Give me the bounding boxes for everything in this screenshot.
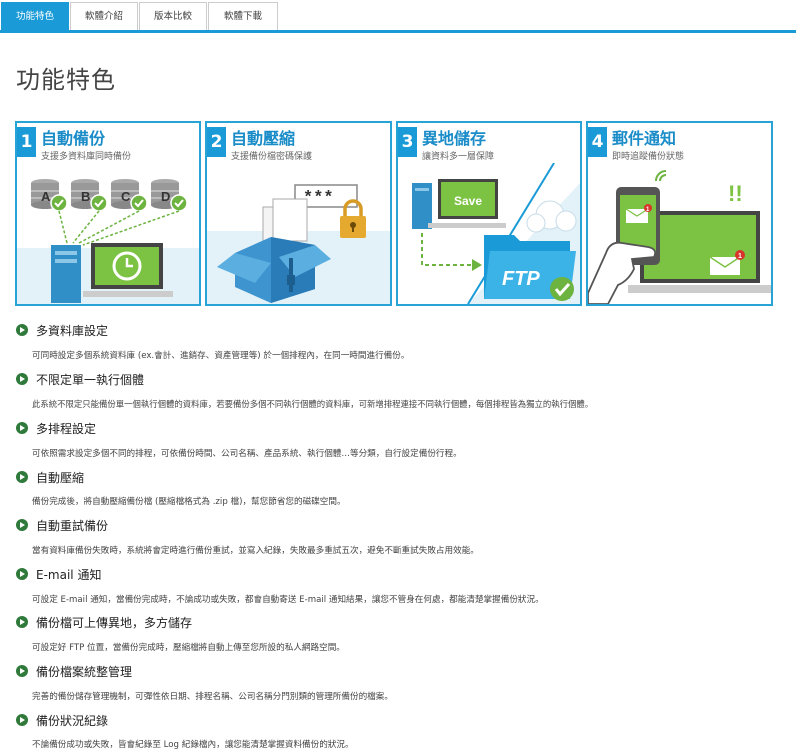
- password-mask: ***: [303, 189, 334, 208]
- database-backup-illustration: A B C D: [17, 179, 199, 304]
- monitor-clock-icon: [83, 243, 173, 297]
- ftp-label: FTP: [502, 268, 540, 290]
- alert-marks: !!: [728, 181, 743, 206]
- feature-heading: E-mail 通知: [16, 566, 101, 582]
- panel-subtitle: 即時追蹤備份狀態: [612, 152, 685, 162]
- feature-title: 多排程設定: [36, 421, 97, 436]
- compression-illustration: ***: [207, 184, 390, 304]
- mail-badge: 1: [738, 253, 742, 260]
- feature-heading: 不限定單一執行個體: [16, 371, 144, 387]
- db-letter-a: A: [41, 189, 51, 204]
- feature-title: 備份檔可上傳異地，多方儲存: [36, 615, 193, 630]
- feature-description: 完善的備份儲存管理機制，可彈性依日期、排程名稱、公司名稱分門別類的管理所備份的檔…: [32, 692, 393, 702]
- feature-title: 自動重試備份: [36, 518, 109, 533]
- panel-subtitle: 支援備份檔密碼保護: [231, 152, 313, 162]
- feature-heading: 備份檔案統整管理: [16, 663, 132, 679]
- feature-heading: 自動重試備份: [16, 517, 108, 533]
- feature-description: 可設定好 FTP 位置，當備份完成時，壓縮檔將自動上傳至您所設的私人網路空間。: [32, 643, 345, 653]
- panel-subtitle: 讓資料多一層保障: [422, 152, 495, 162]
- play-bullet-icon: [16, 471, 28, 483]
- feature-description: 不論備份成功或失敗，皆會紀錄至 Log 紀錄檔內，讓您能清楚掌握資料備份的狀況。: [32, 740, 354, 750]
- feature-panel-auto-backup: 1 自動備份 支援多資料庫同時備份 A B C D: [15, 121, 201, 306]
- play-bullet-icon: [16, 373, 28, 385]
- panel-number: 4: [588, 127, 607, 157]
- play-bullet-icon: [16, 519, 28, 531]
- wifi-icon: [655, 170, 667, 182]
- play-bullet-icon: [16, 324, 28, 336]
- panel-title: 郵件通知: [612, 129, 677, 148]
- computer-tower-icon: [51, 245, 81, 303]
- play-bullet-icon: [16, 714, 28, 726]
- panel-number: 2: [207, 127, 226, 157]
- play-bullet-icon: [16, 422, 28, 434]
- email-notify-illustration: !! 1 1: [588, 170, 771, 304]
- db-letter-c: C: [121, 189, 131, 204]
- play-bullet-icon: [16, 568, 28, 580]
- play-bullet-icon: [16, 665, 28, 677]
- tab-underline: [0, 30, 796, 33]
- play-bullet-icon: [16, 616, 28, 628]
- panel-subtitle: 支援多資料庫同時備份: [41, 152, 132, 162]
- feature-panel-email-notify: 4 郵件通知 即時追蹤備份狀態 !! 1 1: [586, 121, 773, 306]
- feature-heading: 多排程設定: [16, 420, 96, 436]
- feature-panel-auto-compress: 2 自動壓縮 支援備份檔密碼保護 ***: [205, 121, 392, 306]
- feature-heading: 多資料庫設定: [16, 322, 108, 338]
- feature-title: 備份狀況紀錄: [36, 713, 109, 728]
- db-letter-b: B: [81, 189, 90, 204]
- panel-title: 自動備份: [41, 129, 106, 148]
- panel-title: 異地儲存: [422, 129, 487, 148]
- feature-description: 可設定 E-mail 通知，當備份完成時，不論成功或失敗，都會自動寄送 E-ma…: [32, 595, 544, 605]
- feature-title: 備份檔案統整管理: [36, 664, 133, 679]
- computer-tower-icon: [412, 183, 432, 229]
- feature-description: 可依照需求設定多個不同的排程，可依備份時間、公司名稱、產品系統、執行個體…等分類…: [32, 449, 462, 459]
- page-title: 功能特色: [16, 66, 116, 94]
- panel-number: 3: [398, 127, 417, 157]
- tab-version-compare[interactable]: 版本比較: [139, 2, 207, 31]
- feature-description: 可同時設定多個系統資料庫 (ex.會計、進銷存、資產管理等) 於一個排程內，在同…: [32, 351, 410, 361]
- feature-title: 自動壓縮: [36, 470, 85, 485]
- feature-panel-offsite-storage: 3 異地儲存 讓資料多一層保障 Save FTP: [396, 121, 582, 306]
- feature-title: E-mail 通知: [36, 567, 102, 582]
- db-letter-d: D: [161, 189, 170, 204]
- feature-heading: 備份狀況紀錄: [16, 712, 108, 728]
- feature-description: 備份完成後，將自動壓縮備份檔 (壓縮檔格式為 .zip 檔)，幫您節省您的磁碟空…: [32, 497, 346, 507]
- tab-download[interactable]: 軟體下載: [208, 2, 278, 31]
- panel-title: 自動壓縮: [231, 129, 296, 148]
- feature-description: 當有資料庫備份失敗時，系統將會定時進行備份重試，並寫入紀錄，失敗最多重試五次，避…: [32, 546, 479, 556]
- tab-bar: 功能特色 軟體介紹 版本比較 軟體下載: [0, 0, 800, 34]
- tab-introduction[interactable]: 軟體介紹: [70, 2, 138, 31]
- save-label: Save: [454, 194, 482, 208]
- feature-heading: 備份檔可上傳異地，多方儲存: [16, 614, 192, 630]
- feature-heading: 自動壓縮: [16, 469, 84, 485]
- feature-title: 不限定單一執行個體: [36, 372, 145, 387]
- check-icon: [550, 277, 574, 301]
- offsite-storage-illustration: Save FTP: [412, 163, 580, 304]
- feature-title: 多資料庫設定: [36, 323, 109, 338]
- feature-description: 此系統不限定只能備份單一個執行個體的資料庫，若要備份多個不同執行個體的資料庫，可…: [32, 399, 594, 409]
- tab-features[interactable]: 功能特色: [1, 2, 69, 31]
- panel-number: 1: [17, 127, 36, 157]
